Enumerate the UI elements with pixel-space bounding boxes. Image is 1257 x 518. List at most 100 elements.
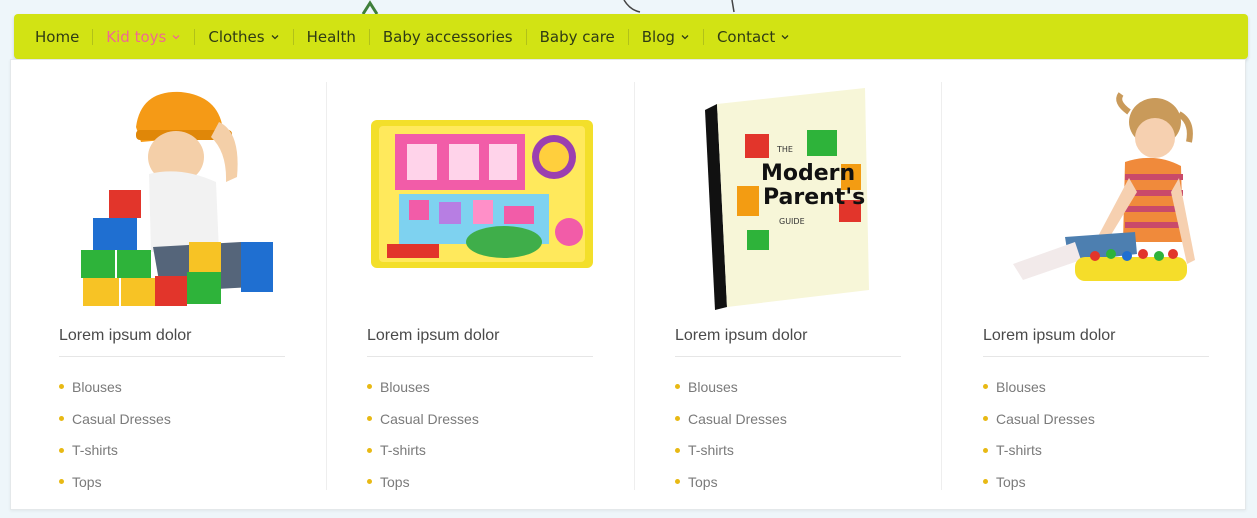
nav-separator	[92, 28, 94, 45]
nav-label: Kid toys	[106, 27, 167, 46]
list-item-label: Blouses	[688, 378, 738, 395]
column-rule	[59, 356, 285, 357]
bullet-icon	[367, 479, 372, 485]
list-item[interactable]: Casual Dresses	[59, 403, 171, 435]
nav-item-home[interactable]: Home	[22, 14, 92, 59]
nav-label: Baby care	[539, 27, 615, 46]
bullet-icon	[367, 447, 372, 453]
list-item-label: T-shirts	[688, 442, 734, 459]
column-divider	[941, 82, 942, 490]
bullet-icon	[59, 447, 64, 453]
column-divider	[634, 82, 635, 490]
bullet-icon	[983, 416, 988, 422]
bullet-icon	[59, 384, 64, 390]
list-item[interactable]: T-shirts	[983, 434, 1095, 466]
list-item[interactable]: Blouses	[675, 371, 787, 403]
category-list: Blouses Casual Dresses T-shirts Tops	[59, 371, 171, 498]
book-cover-text: Parent's	[763, 185, 865, 210]
bullet-icon	[675, 447, 680, 453]
nav-item-health[interactable]: Health	[294, 14, 369, 59]
nav-label: Baby accessories	[382, 27, 513, 46]
main-navigation: Home Kid toys Clothes Health Baby access…	[14, 14, 1248, 59]
list-item-label: Tops	[72, 473, 102, 490]
chevron-down-icon	[681, 34, 689, 39]
bullet-icon	[367, 416, 372, 422]
book-cover-text: Modern	[761, 161, 855, 186]
list-item-label: Tops	[996, 473, 1026, 490]
nav-item-blog[interactable]: Blog	[629, 14, 703, 59]
list-item-label: Casual Dresses	[380, 410, 479, 427]
nav-item-clothes[interactable]: Clothes	[195, 14, 292, 59]
book-cover-text: GUIDE	[779, 217, 805, 226]
nav-label: Home	[35, 27, 80, 46]
list-item[interactable]: T-shirts	[367, 434, 479, 466]
toy-playset-image[interactable]	[349, 82, 609, 312]
nav-label: Health	[306, 27, 356, 46]
list-item-label: T-shirts	[996, 442, 1042, 459]
category-list: Blouses Casual Dresses T-shirts Tops	[675, 371, 787, 498]
list-item[interactable]: Casual Dresses	[367, 403, 479, 435]
logo-fragment	[623, 0, 735, 13]
list-item[interactable]: Casual Dresses	[983, 403, 1095, 435]
list-item[interactable]: Tops	[983, 466, 1095, 498]
list-item-label: Casual Dresses	[72, 410, 171, 427]
list-item[interactable]: Blouses	[59, 371, 171, 403]
mega-menu-panel: Lorem ipsum dolor Blouses Casual Dresses…	[10, 59, 1246, 510]
list-item[interactable]: Tops	[367, 466, 479, 498]
book-cover-text: THE	[776, 145, 793, 154]
list-item-label: Casual Dresses	[996, 410, 1095, 427]
nav-item-baby-care[interactable]: Baby care	[527, 14, 628, 59]
nav-label: Contact	[716, 27, 776, 46]
nav-separator	[292, 28, 294, 45]
nav-item-kid-toys[interactable]: Kid toys	[93, 14, 194, 59]
nav-separator	[627, 28, 629, 45]
toddler-with-hardhat-image[interactable]	[41, 82, 301, 312]
list-item-label: Blouses	[380, 378, 430, 395]
column-rule	[675, 356, 901, 357]
column-title[interactable]: Lorem ipsum dolor	[983, 327, 1116, 345]
column-title[interactable]: Lorem ipsum dolor	[367, 327, 500, 345]
girl-playing-toy-image[interactable]	[965, 82, 1225, 312]
list-item-label: Casual Dresses	[688, 410, 787, 427]
category-list: Blouses Casual Dresses T-shirts Tops	[983, 371, 1095, 498]
bullet-icon	[59, 479, 64, 485]
column-title[interactable]: Lorem ipsum dolor	[59, 327, 192, 345]
parents-guide-book-image[interactable]: THE Modern Parent's GUIDE	[657, 82, 917, 312]
nav-separator	[525, 28, 527, 45]
bullet-icon	[675, 384, 680, 390]
list-item[interactable]: Blouses	[367, 371, 479, 403]
menu-column-2: Lorem ipsum dolor Blouses Casual Dresses…	[329, 82, 629, 490]
list-item-label: T-shirts	[380, 442, 426, 459]
list-item[interactable]: Tops	[675, 466, 787, 498]
nav-separator	[368, 28, 370, 45]
list-item-label: T-shirts	[72, 442, 118, 459]
nav-item-contact[interactable]: Contact	[704, 14, 803, 59]
list-item[interactable]: T-shirts	[675, 434, 787, 466]
nav-label: Clothes	[208, 27, 265, 46]
list-item[interactable]: Casual Dresses	[675, 403, 787, 435]
bullet-icon	[983, 384, 988, 390]
menu-column-1: Lorem ipsum dolor Blouses Casual Dresses…	[21, 82, 321, 490]
chevron-down-icon	[271, 34, 279, 39]
column-divider	[326, 82, 327, 490]
list-item-label: Tops	[380, 473, 410, 490]
chevron-down-icon	[781, 34, 789, 39]
bullet-icon	[983, 479, 988, 485]
bullet-icon	[675, 416, 680, 422]
bullet-icon	[367, 384, 372, 390]
list-item[interactable]: T-shirts	[59, 434, 171, 466]
bullet-icon	[675, 479, 680, 485]
list-item[interactable]: Tops	[59, 466, 171, 498]
column-rule	[983, 356, 1209, 357]
logo-fragment	[361, 0, 379, 14]
list-item-label: Blouses	[72, 378, 122, 395]
list-item[interactable]: Blouses	[983, 371, 1095, 403]
list-item-label: Blouses	[996, 378, 1046, 395]
bullet-icon	[983, 447, 988, 453]
bullet-icon	[59, 416, 64, 422]
menu-column-3: THE Modern Parent's GUIDE Lorem ipsum do…	[637, 82, 937, 490]
category-list: Blouses Casual Dresses T-shirts Tops	[367, 371, 479, 498]
column-rule	[367, 356, 593, 357]
nav-item-baby-accessories[interactable]: Baby accessories	[370, 14, 526, 59]
column-title[interactable]: Lorem ipsum dolor	[675, 327, 808, 345]
